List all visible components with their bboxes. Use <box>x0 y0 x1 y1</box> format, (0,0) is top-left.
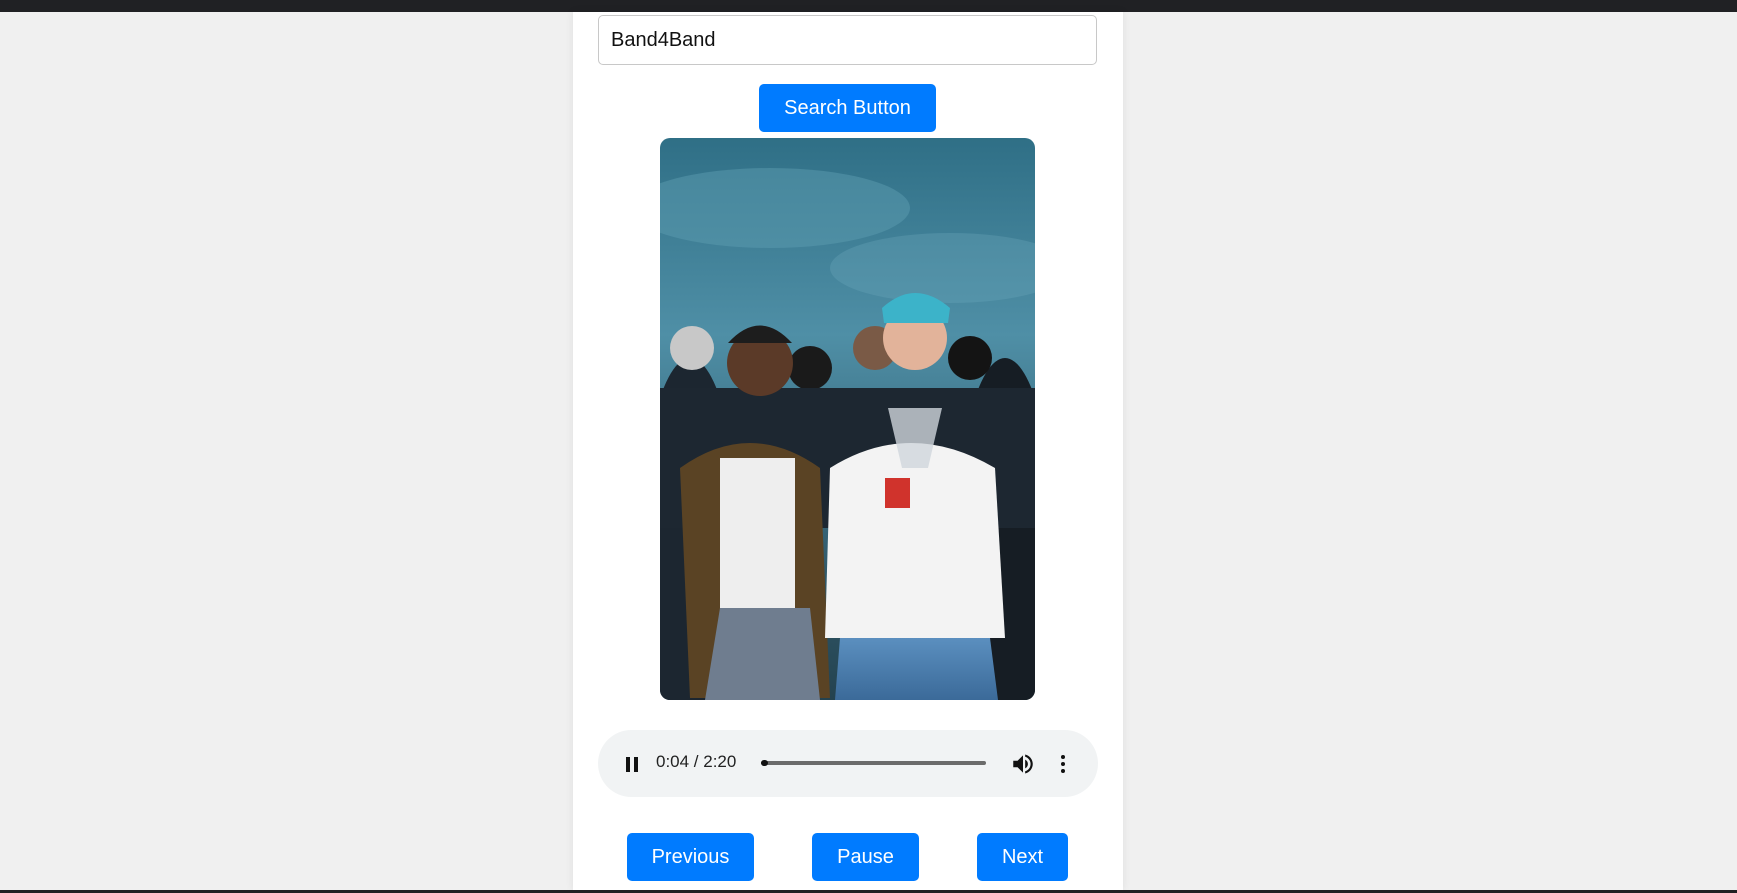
album-cover-image <box>660 138 1035 700</box>
volume-icon[interactable] <box>1010 751 1036 777</box>
seek-bar[interactable] <box>761 760 986 766</box>
browser-top-bar <box>0 0 1737 12</box>
cover-photo-illustration <box>660 138 1035 700</box>
pause-button[interactable]: Pause <box>812 833 919 881</box>
next-button[interactable]: Next <box>977 833 1068 881</box>
previous-button[interactable]: Previous <box>627 833 754 881</box>
seek-bar-progress <box>761 760 768 766</box>
search-input[interactable] <box>598 15 1097 65</box>
player-panel: Search Button <box>573 12 1123 890</box>
pause-icon[interactable] <box>618 750 646 778</box>
more-options-icon[interactable] <box>1053 751 1073 777</box>
time-display: 0:04 / 2:20 <box>656 752 737 771</box>
audio-player[interactable]: 0:04 / 2:20 <box>598 730 1098 797</box>
search-button[interactable]: Search Button <box>759 84 936 132</box>
